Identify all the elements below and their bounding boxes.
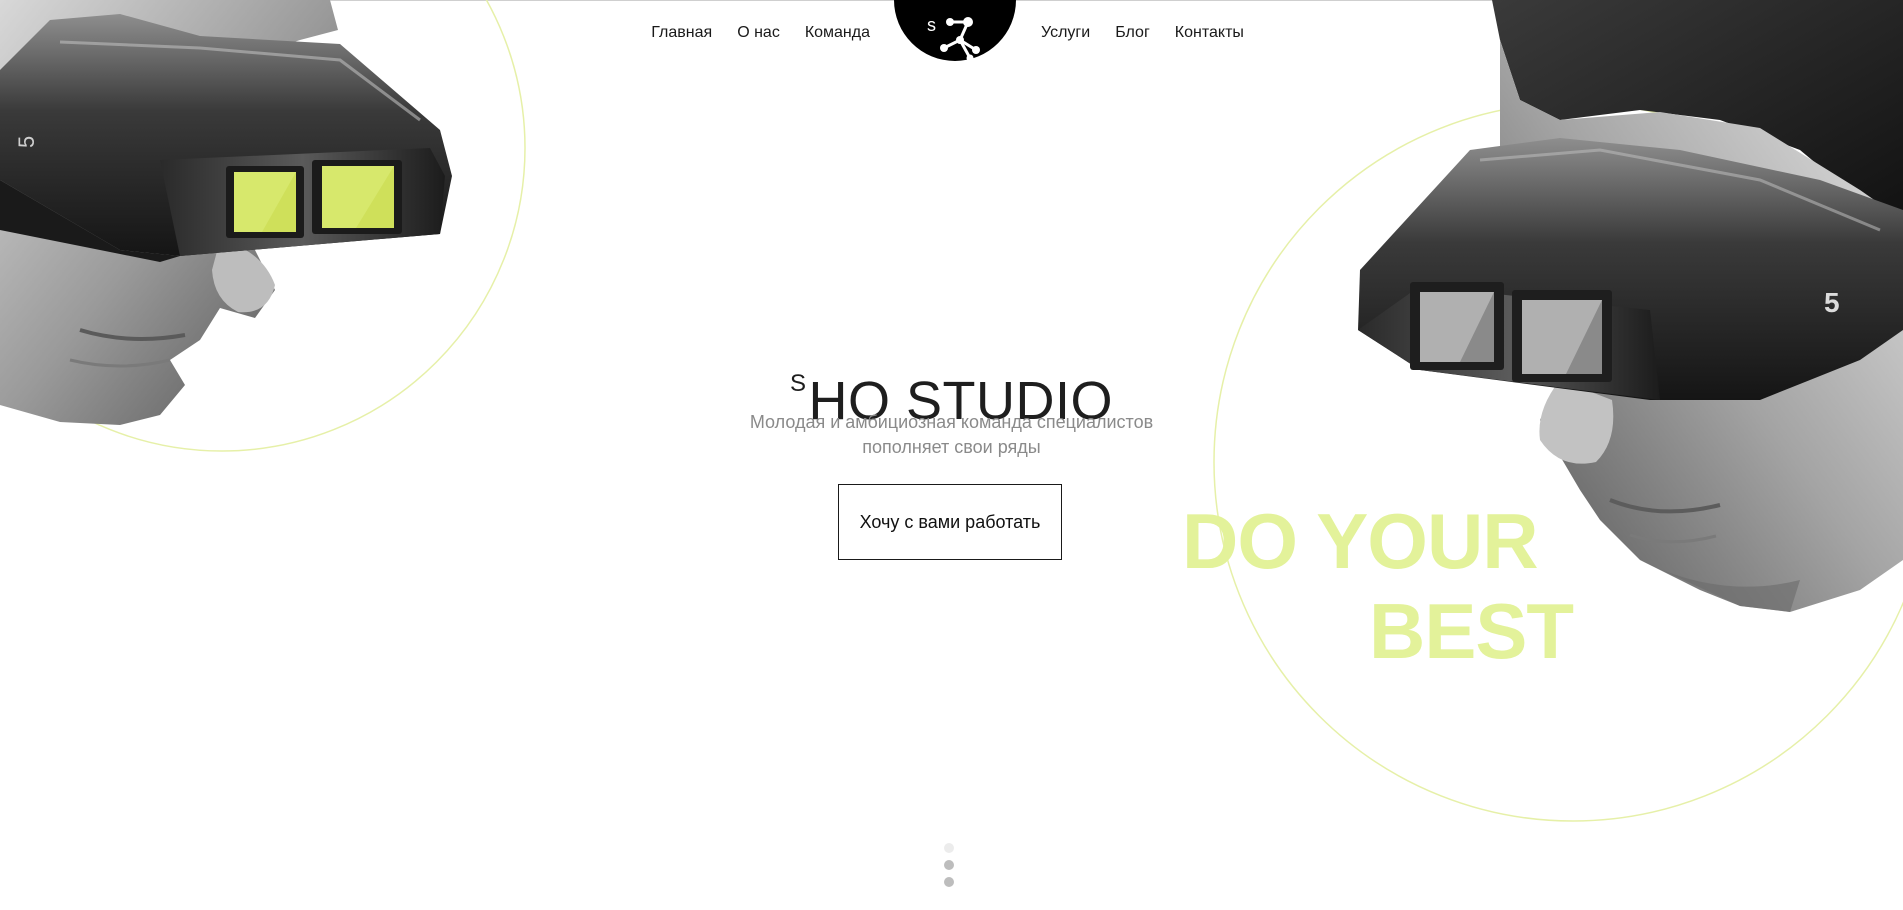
slogan-line-2: BEST <box>1369 587 1574 675</box>
network-nodes-icon: s <box>894 0 1016 62</box>
pager-dot-2[interactable] <box>944 860 954 870</box>
nav-link-blog[interactable]: Блог <box>1115 24 1150 42</box>
nav-link-team[interactable]: Команда <box>805 24 870 42</box>
main-nav-left: Главная О нас Команда <box>651 24 870 42</box>
pager-dot-3[interactable] <box>944 877 954 887</box>
main-nav-right: Услуги Блог Контакты <box>1041 24 1244 42</box>
slogan-line-1: DO YOUR <box>1182 497 1539 585</box>
logo-letter: s <box>927 15 936 35</box>
hero-subtitle: Молодая и амбициозная команда специалист… <box>0 410 1903 460</box>
landing-page: 5 5 Главная О нас Команда s Услуги Блог … <box>0 0 1903 910</box>
slide-pager <box>944 843 954 887</box>
nav-link-about[interactable]: О нас <box>737 24 780 42</box>
pager-dot-1[interactable] <box>944 843 954 853</box>
nav-link-services[interactable]: Услуги <box>1041 24 1090 42</box>
svg-text:5: 5 <box>1824 287 1840 318</box>
svg-text:5: 5 <box>14 136 39 148</box>
join-team-button[interactable]: Хочу с вами работать <box>838 484 1062 560</box>
hero-title-sup: S <box>789 370 807 398</box>
nav-link-home[interactable]: Главная <box>651 24 712 42</box>
studio-logo[interactable]: s <box>894 0 1016 66</box>
left-figure-illustration: 5 <box>0 0 452 425</box>
nav-link-contacts[interactable]: Контакты <box>1175 24 1244 42</box>
hero-subtitle-line-1: Молодая и амбициозная команда специалист… <box>749 412 1154 432</box>
hero-subtitle-line-2: пополняет свои ряды <box>862 437 1041 457</box>
